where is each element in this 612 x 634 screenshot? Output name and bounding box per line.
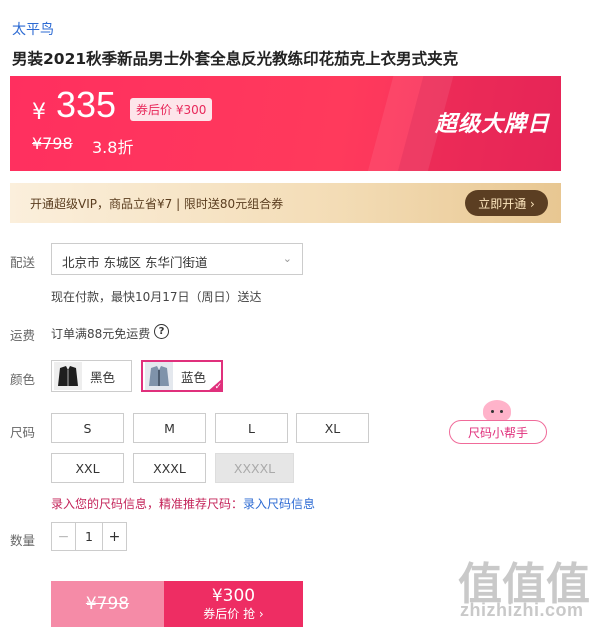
- size-option-xl[interactable]: XL: [296, 413, 369, 443]
- buy-price: ¥300: [211, 586, 256, 606]
- quantity-stepper: − 1 +: [51, 522, 127, 551]
- buy-original-price: ¥798: [51, 581, 164, 627]
- delivery-label: 配送: [10, 255, 36, 270]
- size-note-text: 录入您的尺码信息，精准推荐尺码：: [51, 497, 244, 511]
- buy-sub-label: 券后价 抢 ›: [203, 607, 264, 621]
- address-select[interactable]: 北京市 东城区 东华门街道 ⌄: [51, 243, 303, 275]
- currency-symbol: ¥: [32, 100, 46, 125]
- size-label: 尺码: [10, 425, 36, 440]
- color-option-label: 蓝色: [181, 369, 207, 385]
- black-jacket-thumbnail: [54, 362, 82, 390]
- mascot-icon: [483, 400, 511, 422]
- freight-label: 运费: [10, 328, 36, 343]
- size-option-l[interactable]: L: [215, 413, 288, 443]
- check-icon: ✓: [207, 378, 223, 392]
- size-helper-button[interactable]: 尺码小帮手: [449, 400, 547, 444]
- color-label: 颜色: [10, 372, 36, 387]
- freight-text: 订单满88元免运费: [51, 327, 151, 341]
- delivery-note: 现在付款，最快10月17日（周日）送达: [51, 290, 262, 304]
- size-note: 录入您的尺码信息，精准推荐尺码：录入尺码信息: [51, 495, 315, 512]
- size-info-link[interactable]: 录入尺码信息: [243, 497, 315, 511]
- original-price: ¥798: [32, 134, 73, 153]
- size-option-s[interactable]: S: [51, 413, 124, 443]
- vip-text: 开通超级VIP，商品立省¥7 | 限时送80元组合券: [30, 197, 284, 211]
- vip-open-button[interactable]: 立即开通 ›: [465, 190, 548, 216]
- buy-button[interactable]: ¥798 ¥300 券后价 抢 ›: [51, 581, 303, 627]
- size-option-xxl[interactable]: XXL: [51, 453, 124, 483]
- size-option-xxxxl: XXXXL: [215, 453, 294, 483]
- chevron-down-icon: ⌄: [282, 252, 292, 265]
- increase-button[interactable]: +: [102, 523, 126, 550]
- after-coupon-badge: 券后价 ¥300: [130, 98, 213, 121]
- product-title: 男装2021秋季新品男士外套全息反光教练印花茄克上衣男式夹克: [12, 50, 459, 68]
- color-option-label: 黑色: [90, 369, 116, 385]
- watermark: 值值值 zhizhizhi.com: [458, 548, 608, 628]
- address-value: 北京市 东城区 东华门街道: [62, 255, 208, 270]
- blue-jacket-thumbnail: [145, 362, 173, 390]
- vip-banner: 开通超级VIP，商品立省¥7 | 限时送80元组合券 立即开通 ›: [10, 183, 561, 223]
- price-banner: ¥ 335 券后价 ¥300 ¥798 3.8折 超级大牌日: [10, 76, 561, 171]
- size-option-xxxl[interactable]: XXXL: [133, 453, 206, 483]
- buy-coupon-price[interactable]: ¥300 券后价 抢 ›: [164, 581, 303, 627]
- quantity-label: 数量: [10, 533, 36, 548]
- decrease-button[interactable]: −: [52, 523, 76, 550]
- current-price: 335: [56, 84, 117, 125]
- help-icon[interactable]: ?: [154, 324, 169, 339]
- discount-label: 3.8折: [92, 138, 134, 157]
- promo-title: 超级大牌日: [435, 112, 551, 137]
- color-option-blue[interactable]: 蓝色 ✓: [141, 360, 223, 392]
- brand-name[interactable]: 太平鸟: [12, 19, 54, 39]
- quantity-input[interactable]: 1: [76, 523, 102, 550]
- watermark-text: zhizhizhi.com: [460, 600, 584, 620]
- color-option-black[interactable]: 黑色: [51, 360, 132, 392]
- size-helper-label: 尺码小帮手: [449, 420, 547, 444]
- size-option-m[interactable]: M: [133, 413, 206, 443]
